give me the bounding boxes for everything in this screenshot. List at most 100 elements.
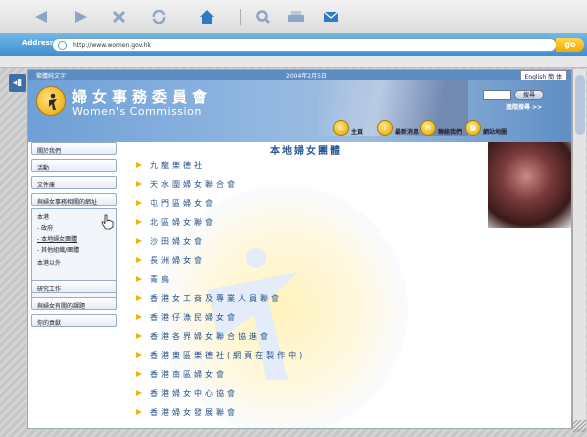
submenu-outside-hk[interactable]: 本港以外 bbox=[37, 258, 61, 267]
url-text: http://www.women.gov.hk bbox=[73, 42, 152, 49]
list-item[interactable]: 長洲婦女會 bbox=[136, 253, 205, 267]
submenu-other-organisations[interactable]: - 其他組織/團體 bbox=[37, 245, 79, 254]
url-input[interactable]: http://www.women.gov.hk bbox=[52, 38, 557, 52]
nav-home[interactable]: ⌂ 主頁 bbox=[333, 120, 363, 136]
org-link[interactable]: 香港仔漁民婦女會 bbox=[150, 312, 238, 323]
list-item[interactable]: 香港各界婦女聯合協進會 bbox=[136, 329, 271, 343]
logo-figure-icon bbox=[49, 93, 57, 110]
nav-news-label: 最新消息 bbox=[395, 128, 420, 136]
org-link[interactable]: 香港東區樂德社(網頁在製作中) bbox=[150, 350, 305, 361]
nav-news[interactable]: i 最新消息 bbox=[377, 120, 419, 136]
list-item[interactable]: 香港婦女發展聯會 bbox=[136, 405, 238, 419]
org-link[interactable]: 九龍樂德社 bbox=[150, 160, 205, 171]
list-item[interactable]: 沙田婦女會 bbox=[136, 234, 205, 248]
bullet-triangle-icon bbox=[136, 276, 142, 282]
menu-your-contribution[interactable]: 你的貢獻 bbox=[31, 314, 117, 327]
bullet-triangle-icon bbox=[136, 409, 142, 415]
bullet-triangle-icon bbox=[136, 295, 142, 301]
org-link[interactable]: 香港婦女發展聯會 bbox=[150, 407, 238, 418]
site-title-chinese: 婦女事務委員會 bbox=[72, 88, 213, 106]
org-link[interactable]: 屯門區婦女會 bbox=[150, 198, 216, 209]
browser-toolbar bbox=[0, 0, 587, 34]
nav-sitemap-label: 網站地圖 bbox=[483, 128, 508, 136]
bullet-triangle-icon bbox=[136, 200, 142, 206]
org-link[interactable]: 天水圍婦女聯合會 bbox=[150, 179, 238, 190]
org-link[interactable]: 香港各界婦女聯合協進會 bbox=[150, 331, 271, 342]
mail-icon: ✉ bbox=[420, 120, 436, 136]
list-item[interactable]: 青鳥 bbox=[136, 272, 172, 286]
menu-women-issues[interactable]: 與婦女有關的課題 bbox=[31, 297, 117, 310]
list-item[interactable]: 香港女工商及專業人員聯會 bbox=[136, 291, 282, 305]
menu-library[interactable]: 文件庫 bbox=[31, 176, 117, 189]
submenu-local[interactable]: 本港 bbox=[37, 212, 49, 221]
list-item[interactable]: 香港南區婦女會 bbox=[136, 367, 227, 381]
bullet-triangle-icon bbox=[136, 257, 142, 263]
text-only-link[interactable]: 繁體純文字 bbox=[36, 71, 66, 80]
browser-status-strip bbox=[0, 56, 587, 68]
bullet-triangle-icon bbox=[136, 333, 142, 339]
list-item[interactable]: 香港婦女中心協會 bbox=[136, 386, 238, 400]
home-icon[interactable] bbox=[196, 7, 218, 27]
search-icon[interactable] bbox=[252, 7, 274, 27]
home-icon: ⌂ bbox=[333, 120, 349, 136]
list-item[interactable]: 屯門區婦女會 bbox=[136, 196, 216, 210]
org-link[interactable]: 香港南區婦女會 bbox=[150, 369, 227, 380]
address-bar: Address: http://www.women.gov.hk go bbox=[0, 34, 587, 56]
print-icon[interactable] bbox=[285, 7, 307, 27]
org-link[interactable]: 青鳥 bbox=[150, 274, 172, 285]
toolbar-separator bbox=[240, 9, 241, 25]
org-link[interactable]: 沙田婦女會 bbox=[150, 236, 205, 247]
date-text: 2004年2月5日 bbox=[286, 73, 327, 80]
org-link[interactable]: 香港婦女中心協會 bbox=[150, 388, 238, 399]
list-item[interactable]: 香港仔漁民婦女會 bbox=[136, 310, 238, 324]
scrollbar-thumb[interactable] bbox=[575, 75, 585, 135]
search-button[interactable]: 搜尋 bbox=[514, 90, 544, 100]
page-viewport: 繁體純文字 2004年2月5日 English 簡 体 婦女事務委員會 Wome… bbox=[27, 69, 572, 429]
search-input[interactable] bbox=[483, 90, 511, 100]
bullet-triangle-icon bbox=[136, 162, 142, 168]
refresh-icon[interactable] bbox=[148, 7, 170, 27]
menu-research[interactable]: 研究工作 bbox=[31, 280, 117, 293]
bullet-triangle-icon bbox=[136, 314, 142, 320]
bullet-triangle-icon bbox=[136, 181, 142, 187]
org-link[interactable]: 香港女工商及專業人員聯會 bbox=[150, 293, 282, 304]
hand-cursor-icon bbox=[101, 214, 114, 230]
list-item[interactable]: 九龍樂德社 bbox=[136, 158, 205, 172]
org-link[interactable]: 長洲婦女會 bbox=[150, 255, 205, 266]
list-item[interactable]: 北區婦女聯會 bbox=[136, 215, 216, 229]
nav-sitemap[interactable]: ▦ 網站地圖 bbox=[465, 120, 507, 136]
resize-grip-icon[interactable] bbox=[572, 420, 586, 432]
site-title-english: Women's Commission bbox=[72, 105, 202, 118]
submenu-local-womens-groups[interactable]: - 本地婦女團體 bbox=[37, 234, 77, 243]
mail-icon[interactable] bbox=[320, 7, 342, 27]
womens-commission-logo[interactable] bbox=[36, 86, 66, 116]
list-item[interactable]: 天水圍婦女聯合會 bbox=[136, 177, 238, 191]
info-icon: i bbox=[377, 120, 393, 136]
bullet-triangle-icon bbox=[136, 238, 142, 244]
women-group-photo bbox=[488, 142, 571, 228]
page-title: 本地婦女團體 bbox=[270, 146, 342, 157]
go-button[interactable]: go bbox=[556, 38, 584, 52]
stop-x-icon[interactable] bbox=[108, 7, 130, 27]
bullet-triangle-icon bbox=[136, 371, 142, 377]
nav-contact[interactable]: ✉ 聯絡我們 bbox=[420, 120, 462, 136]
menu-related-links[interactable]: 與婦女事務相關的網址 bbox=[31, 193, 117, 206]
list-item[interactable]: 香港東區樂德社(網頁在製作中) bbox=[136, 348, 305, 362]
globe-icon bbox=[58, 41, 67, 50]
top-strip: 繁體純文字 2004年2月5日 English 簡 体 bbox=[28, 70, 571, 83]
bullet-triangle-icon bbox=[136, 390, 142, 396]
menu-activities[interactable]: 活動 bbox=[31, 159, 117, 172]
menu-about[interactable]: 關於我們 bbox=[31, 142, 117, 155]
bullet-triangle-icon bbox=[136, 352, 142, 358]
vertical-scrollbar[interactable] bbox=[572, 69, 586, 429]
nav-contact-label: 聯絡我們 bbox=[438, 128, 463, 136]
back-arrow-icon[interactable] bbox=[30, 7, 52, 27]
sitemap-icon: ▦ bbox=[465, 120, 481, 136]
nav-home-label: 主頁 bbox=[351, 128, 364, 136]
bullet-triangle-icon bbox=[136, 219, 142, 225]
forward-arrow-icon[interactable] bbox=[70, 7, 92, 27]
advanced-search-link[interactable]: 進階搜尋 >> bbox=[506, 102, 542, 111]
sidebar-toggle-icon[interactable]: ◂▮ bbox=[9, 74, 26, 92]
org-link[interactable]: 北區婦女聯會 bbox=[150, 217, 216, 228]
submenu-government[interactable]: - 政府 bbox=[37, 223, 53, 232]
